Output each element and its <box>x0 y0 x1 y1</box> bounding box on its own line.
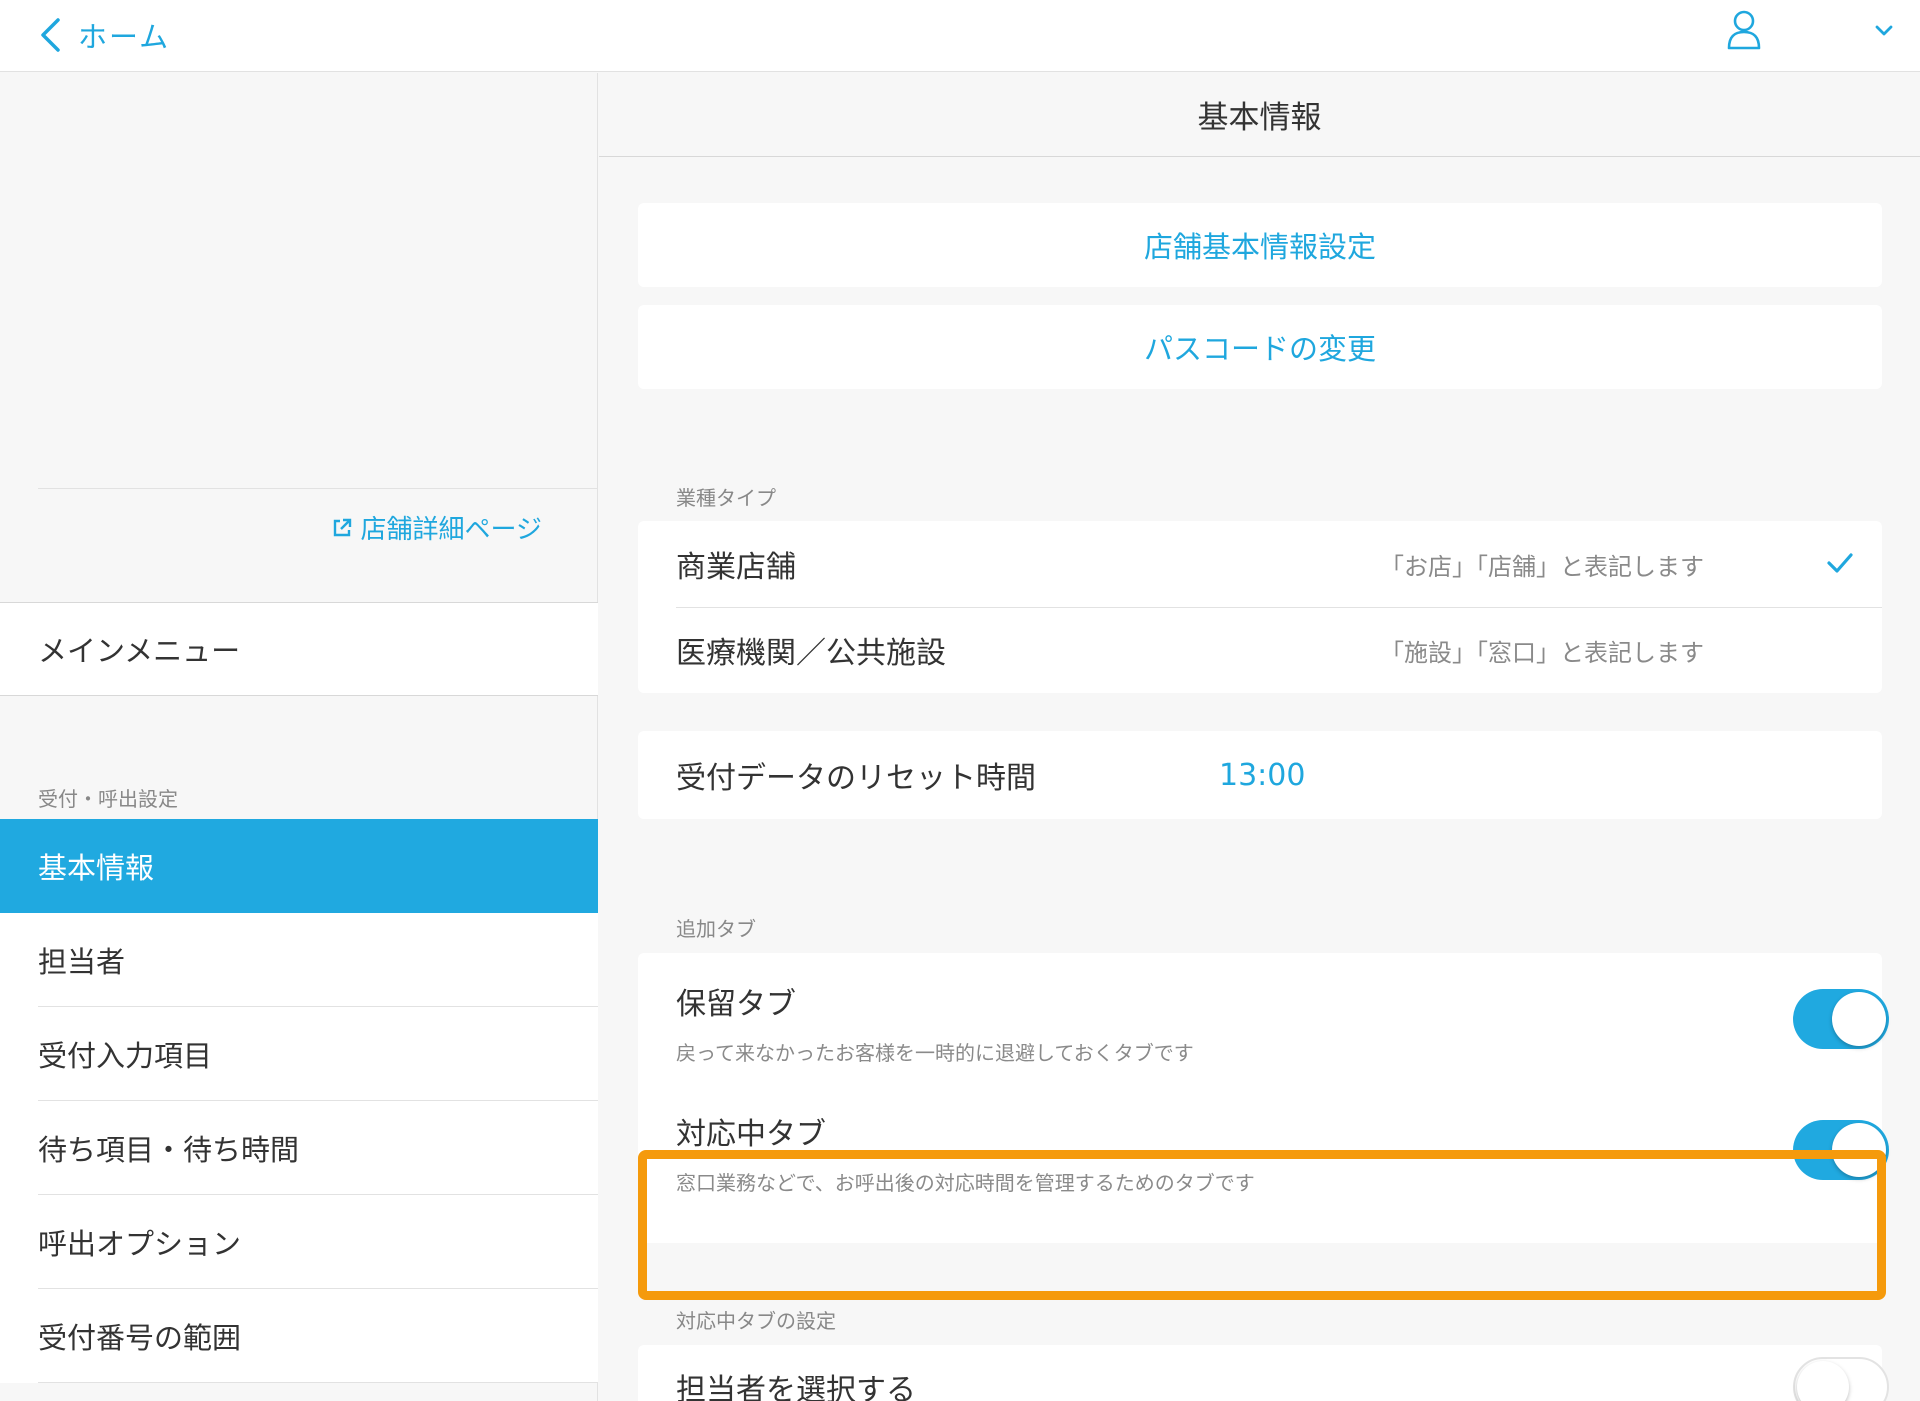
active-tab-settings-caption: 対応中タブの設定 <box>676 1309 836 1333</box>
reset-time-label: 受付データのリセット時間 <box>676 761 1036 796</box>
extra-tabs-caption: 追加タブ <box>676 917 756 941</box>
passcode-change-button[interactable]: パスコードの変更 <box>638 305 1882 389</box>
shop-detail-link-label: 店舗詳細ページ <box>360 515 542 545</box>
chevron-down-icon[interactable] <box>1874 20 1894 40</box>
hold-tab-title: 保留タブ <box>676 987 796 1022</box>
back-label: ホーム <box>78 20 171 54</box>
option-desc: 「施設」「窓口」と表記します <box>1380 638 1704 667</box>
shop-link-row: 店舗詳細ページ <box>38 488 598 602</box>
external-link-icon <box>333 518 351 536</box>
select-staff-title: 担当者を選択する <box>676 1373 916 1401</box>
sidebar-nav: 基本情報 担当者 受付入力項目 待ち項目・待ち時間 呼出オプション 受付番号の範… <box>0 819 598 1383</box>
sidebar-item-staff[interactable]: 担当者 <box>0 913 598 1007</box>
sidebar-item-call-options[interactable]: 呼出オプション <box>0 1195 598 1289</box>
active-tab-title: 対応中タブ <box>676 1117 826 1152</box>
main-panel: 基本情報 店舗基本情報設定 パスコードの変更 業種タイプ 商業店舗 「お店」「店… <box>599 73 1920 1401</box>
sidebar-item-basic-info[interactable]: 基本情報 <box>0 819 598 913</box>
select-staff-toggle[interactable] <box>1793 1357 1889 1401</box>
top-bar: ホーム <box>0 0 1920 72</box>
business-type-caption: 業種タイプ <box>676 486 776 510</box>
business-type-card: 商業店舗 「お店」「店舗」と表記します 医療機関／公共施設 「施設」「窓口」と表… <box>638 521 1882 693</box>
reset-time-value[interactable]: 13:00 <box>1219 758 1305 793</box>
shop-detail-link[interactable]: 店舗詳細ページ <box>331 509 542 546</box>
option-label: 商業店舗 <box>676 550 796 585</box>
option-desc: 「お店」「店舗」と表記します <box>1380 552 1704 581</box>
back-button[interactable]: ホーム <box>38 10 170 60</box>
store-settings-button[interactable]: 店舗基本情報設定 <box>638 203 1882 287</box>
sidebar-item-reception-fields[interactable]: 受付入力項目 <box>0 1007 598 1101</box>
hold-tab-toggle[interactable] <box>1793 989 1889 1049</box>
sidebar-item-number-range[interactable]: 受付番号の範囲 <box>0 1289 598 1383</box>
page-title: 基本情報 <box>599 73 1920 157</box>
chevron-left-icon <box>41 18 60 52</box>
active-tab-description: 窓口業務などで、お呼出後の対応時間を管理するためのタブです <box>676 1171 1255 1195</box>
business-type-option-medical[interactable]: 医療機関／公共施設 「施設」「窓口」と表記します <box>638 607 1882 693</box>
user-icon[interactable] <box>1724 8 1764 50</box>
reset-time-row[interactable]: 受付データのリセット時間 13:00 <box>638 731 1882 819</box>
toggle-knob <box>1797 1361 1849 1401</box>
hold-tab-row: 保留タブ 戻って来なかったお客様を一時的に退避しておくタブです <box>638 953 1889 1083</box>
section-caption: 受付・呼出設定 <box>38 787 178 811</box>
reset-time-card[interactable]: 受付データのリセット時間 13:00 <box>638 731 1882 819</box>
active-tab-settings-card: 担当者を選択する <box>638 1345 1889 1401</box>
toggle-knob <box>1832 1123 1886 1177</box>
business-type-option-commercial[interactable]: 商業店舗 「お店」「店舗」と表記します <box>638 521 1882 608</box>
extra-tabs-card: 保留タブ 戻って来なかったお客様を一時的に退避しておくタブです 対応中タブ 窓口… <box>638 953 1889 1243</box>
active-tab-row: 対応中タブ 窓口業務などで、お呼出後の対応時間を管理するためのタブです <box>638 1083 1889 1213</box>
option-label: 医療機関／公共施設 <box>676 636 946 671</box>
sidebar: 店舗詳細ページ メインメニュー 受付・呼出設定 基本情報 担当者 受付入力項目 … <box>0 73 598 1401</box>
main-menu-item[interactable]: メインメニュー <box>0 602 598 696</box>
checkmark-icon <box>1827 553 1853 573</box>
hold-tab-description: 戻って来なかったお客様を一時的に退避しておくタブです <box>676 1041 1194 1065</box>
toggle-knob <box>1832 992 1886 1046</box>
sidebar-item-wait-settings[interactable]: 待ち項目・待ち時間 <box>0 1101 598 1195</box>
active-tab-toggle[interactable] <box>1793 1120 1889 1180</box>
